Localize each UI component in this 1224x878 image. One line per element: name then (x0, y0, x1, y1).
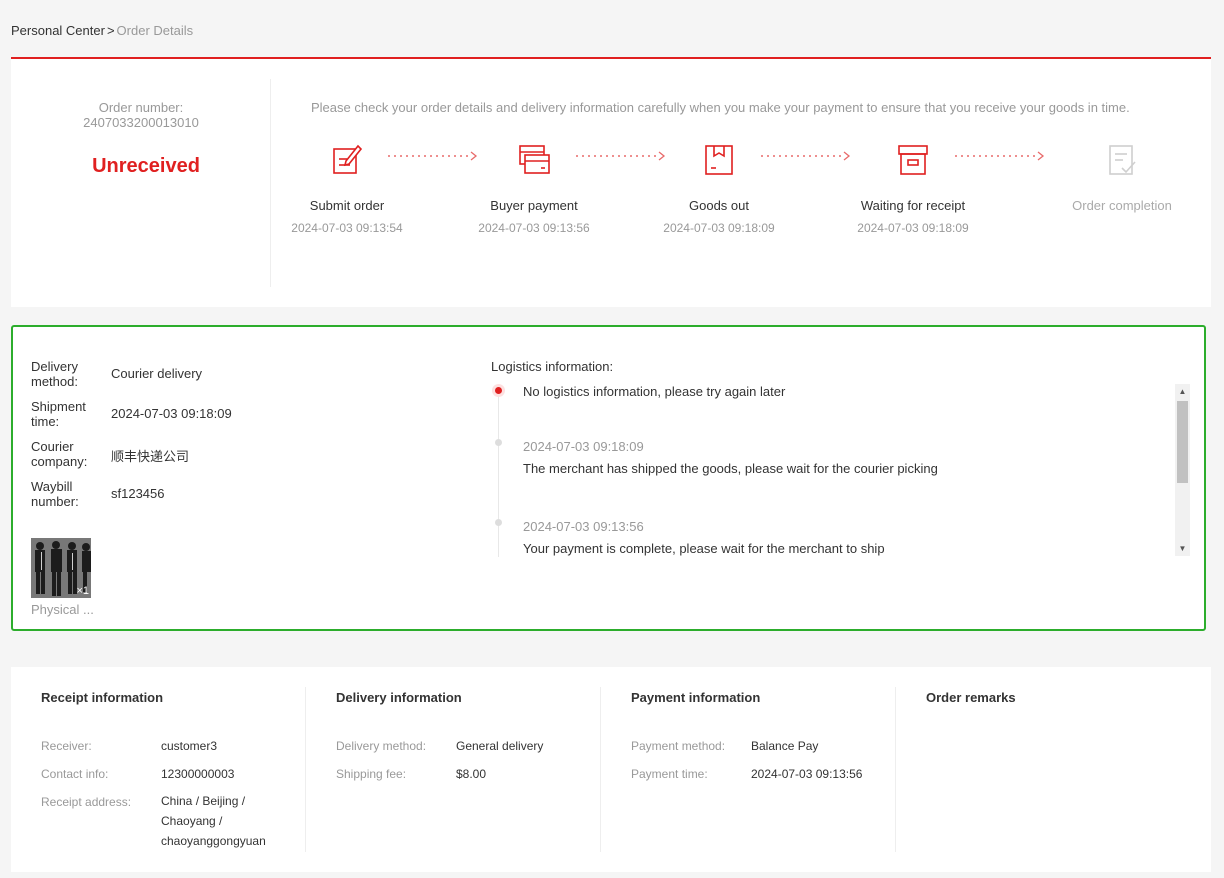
step-label: Buyer payment (490, 198, 578, 213)
step-time: 2024-07-03 09:18:09 (663, 221, 775, 235)
product-quantity: ×1 (76, 585, 89, 597)
progress-arrow-1 (388, 151, 478, 161)
shipping-fee-value: $8.00 (456, 767, 487, 781)
address-value: China / Beijing / Chaoyang / chaoyanggon… (161, 794, 266, 848)
step-time: 2024-07-03 09:18:09 (857, 221, 969, 235)
timeline-time: 2024-07-03 09:13:56 (523, 519, 644, 534)
logistics-inner: Delivery method: Courier delivery Shipme… (23, 337, 1194, 619)
order-number-label: Order number: (98, 100, 184, 115)
contact-label: Contact info: (41, 767, 109, 781)
breadcrumb: Personal Center > Order Details (11, 23, 193, 38)
breadcrumb-personal-center[interactable]: Personal Center (11, 23, 105, 38)
progress-arrow-3 (761, 151, 851, 161)
logistics-scrollbar[interactable]: ▲ ▼ (1175, 384, 1190, 556)
payment-time-value: 2024-07-03 09:13:56 (751, 767, 863, 781)
scroll-up-arrow-icon[interactable]: ▲ (1175, 384, 1190, 399)
payment-method-value: Balance Pay (751, 739, 819, 753)
progress-arrow-4 (955, 151, 1045, 161)
waybill-number-label: Waybill number: (31, 479, 79, 509)
step-time: 2024-07-03 09:13:54 (291, 221, 403, 235)
order-remarks-section: Order remarks (896, 687, 1211, 852)
order-info-card: Receipt information Receiver: customer3 … (11, 667, 1211, 872)
step-time: 2024-07-03 09:13:56 (478, 221, 590, 235)
step-label: Waiting for receipt (860, 198, 966, 213)
shipment-time-value: 2024-07-03 09:18:09 (111, 406, 232, 421)
breadcrumb-separator: > (106, 23, 115, 38)
card-icon (519, 145, 550, 174)
contact-value: 12300000003 (161, 767, 235, 781)
payment-time-label: Payment time: (631, 767, 708, 781)
step-label: Order completion (1072, 198, 1172, 213)
order-notice: Please check your order details and deli… (311, 100, 1130, 115)
order-number: 2407033200013010 (83, 115, 199, 130)
delivery-method-info-value: General delivery (456, 739, 544, 753)
order-progress-card: Order number: 2407033200013010 Unreceive… (11, 59, 1211, 307)
receiver-value: customer3 (161, 739, 218, 753)
edit-icon (333, 144, 363, 174)
receiver-label: Receiver: (41, 739, 92, 753)
timeline-text: The merchant has shipped the goods, plea… (523, 461, 938, 476)
timeline-text: Your payment is complete, please wait fo… (523, 541, 885, 556)
payment-info-section: Payment information Payment method: Bala… (601, 687, 896, 852)
package-icon (705, 145, 733, 175)
box-icon (898, 145, 928, 175)
order-status: Unreceived (92, 155, 200, 177)
logistics-card: Delivery method: Courier delivery Shipme… (11, 325, 1206, 631)
breadcrumb-order-details: Order Details (116, 23, 194, 38)
step-order-completion: Order completion (1062, 143, 1182, 213)
logistics-timeline[interactable]: No logistics information, please try aga… (491, 382, 1191, 557)
step-label: Goods out (689, 198, 749, 213)
receipt-info-section: Receipt information Receiver: customer3 … (11, 687, 306, 852)
product-name[interactable]: Physical ... (31, 602, 94, 617)
logistics-title: Logistics information: (491, 359, 614, 374)
step-label: Submit order (309, 198, 385, 213)
order-remarks-title: Order remarks (926, 690, 1016, 705)
delivery-info-title: Delivery information (336, 690, 462, 705)
courier-company-value: 顺丰快递公司 (111, 449, 190, 464)
timeline-time: 2024-07-03 09:18:09 (523, 439, 644, 454)
timeline-dot (495, 439, 502, 446)
delivery-info-section: Delivery information Delivery method: Ge… (306, 687, 601, 852)
address-label: Receipt address: (41, 795, 132, 809)
timeline-text: No logistics information, please try aga… (523, 384, 786, 399)
delivery-method-info-label: Delivery method: (336, 739, 427, 753)
checklist-icon (1109, 145, 1136, 175)
shipment-time-label: Shipment time: (31, 399, 86, 429)
delivery-method-value: Courier delivery (111, 366, 203, 381)
payment-method-label: Payment method: (631, 739, 726, 753)
courier-company-label: Courier company: (31, 439, 88, 469)
payment-info-title: Payment information (631, 690, 761, 705)
timeline-line (498, 394, 499, 557)
order-summary: Order number: 2407033200013010 Unreceive… (11, 79, 271, 287)
progress-arrow-2 (576, 151, 666, 161)
scroll-thumb[interactable] (1177, 401, 1188, 483)
shipping-fee-label: Shipping fee: (336, 767, 407, 781)
waybill-number-value: sf123456 (111, 486, 165, 501)
timeline-dot (495, 519, 502, 526)
product-thumbnail[interactable]: ×1 (31, 538, 91, 598)
scroll-down-arrow-icon[interactable]: ▼ (1175, 541, 1190, 556)
timeline-dot-active (495, 387, 502, 394)
delivery-method-label: Delivery method: (31, 359, 78, 389)
receipt-info-title: Receipt information (41, 690, 164, 705)
